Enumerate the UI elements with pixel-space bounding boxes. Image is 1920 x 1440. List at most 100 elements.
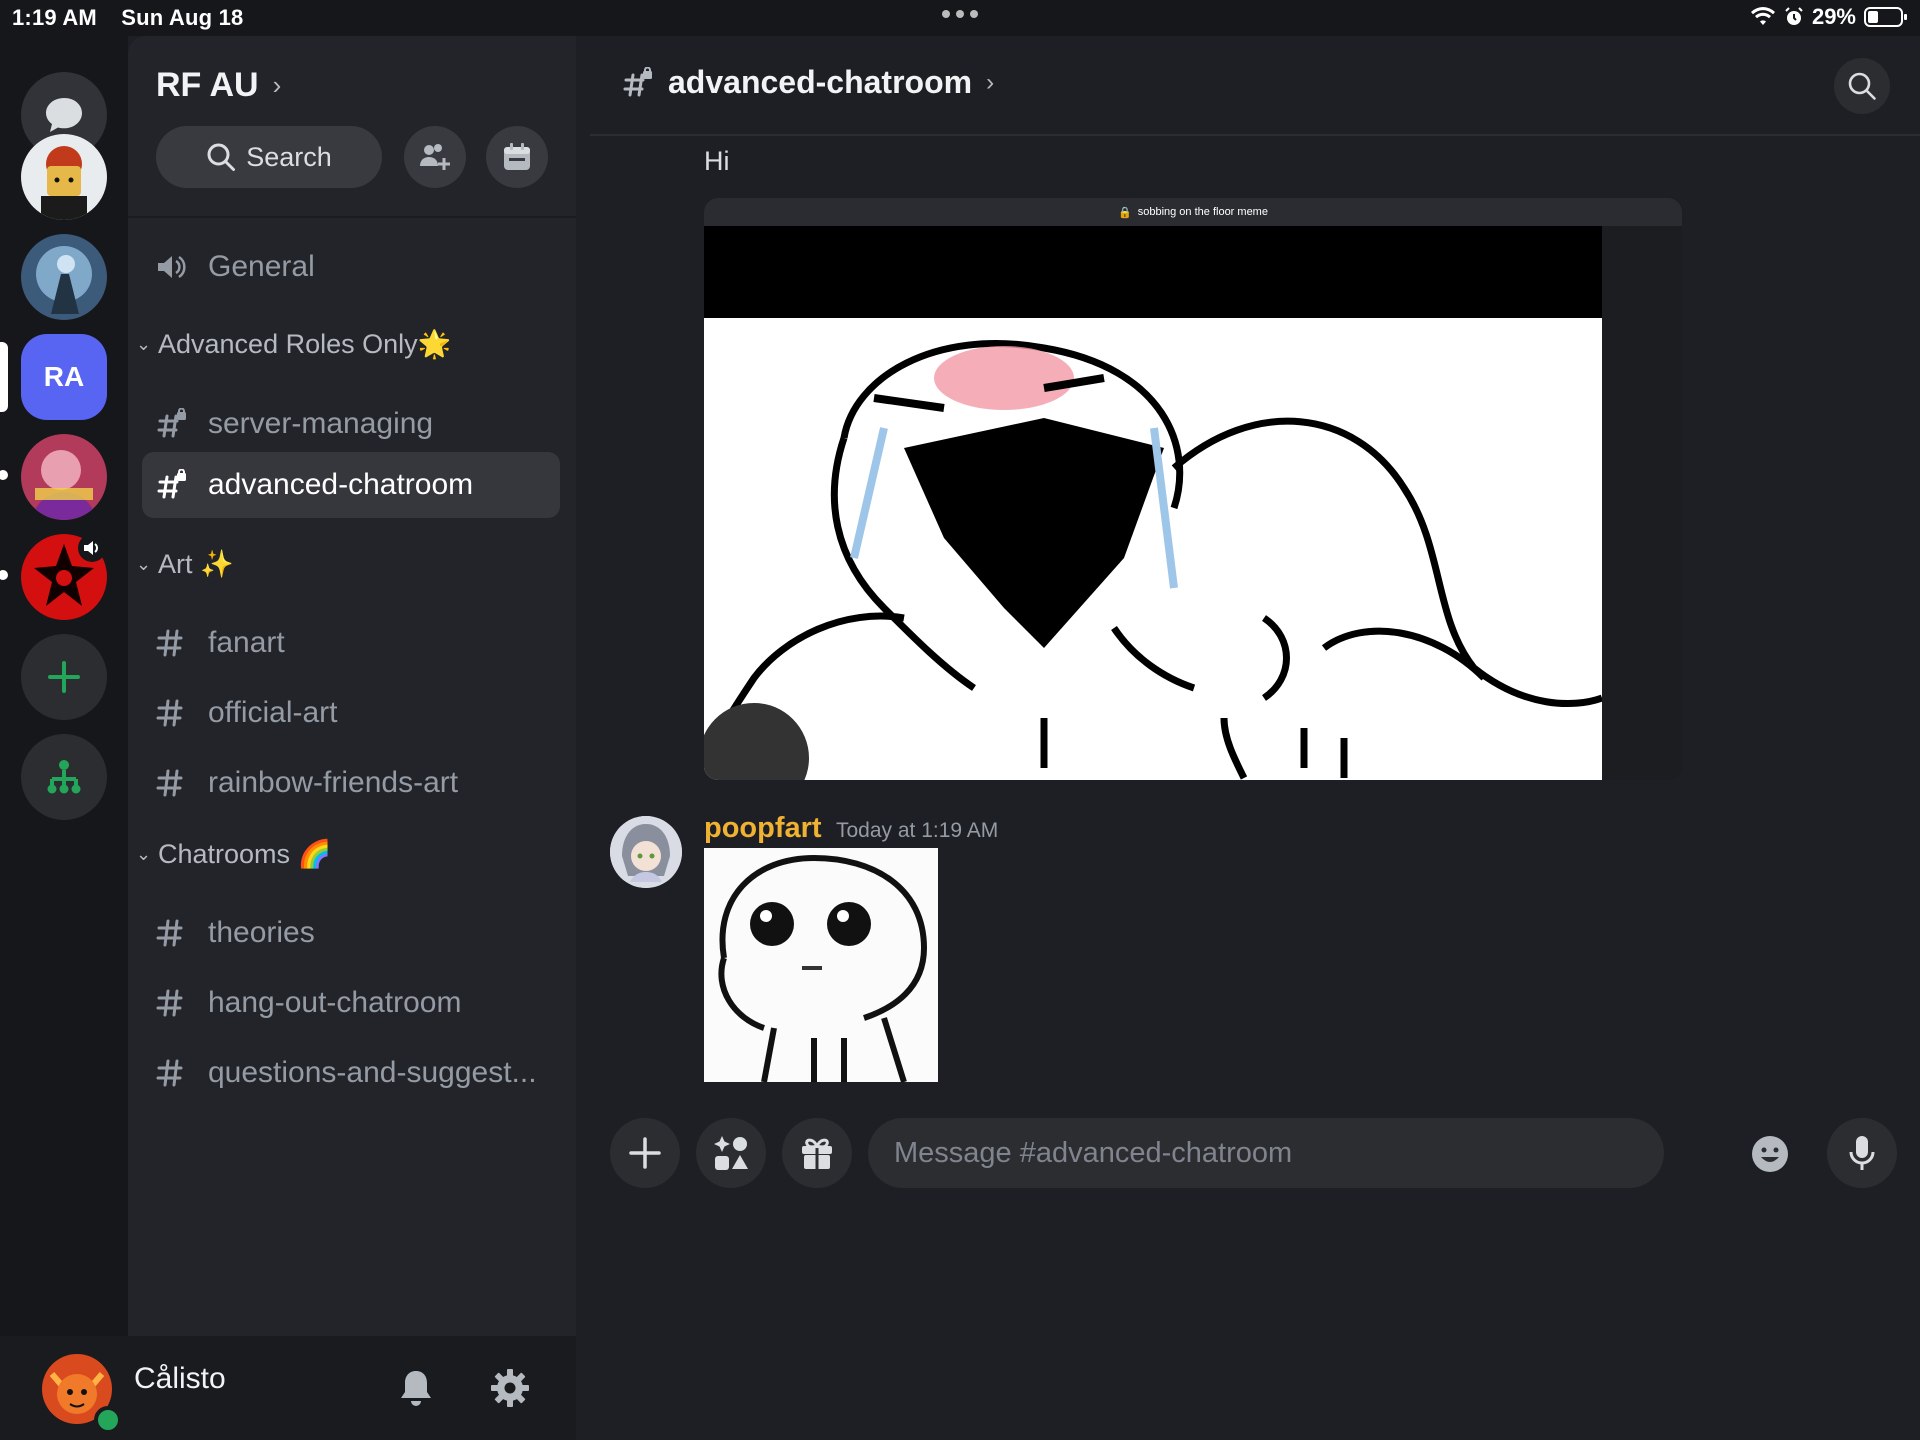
apps-button[interactable]: [696, 1118, 766, 1188]
server-icon-4[interactable]: [21, 434, 107, 520]
gift-icon: [799, 1135, 835, 1171]
gift-button[interactable]: [782, 1118, 852, 1188]
channel-hang-out-chatroom[interactable]: hang-out-chatroom: [142, 970, 560, 1036]
username: Cålisto: [134, 1362, 226, 1395]
chat-bubble-icon: [44, 96, 84, 134]
channel-sidebar: RF AU › Search General ⌄ Advanced Roles …: [128, 36, 576, 1336]
gear-icon: [490, 1368, 530, 1408]
channel-title-button[interactable]: advanced-chatroom ›: [622, 64, 994, 101]
channel-label: questions-and-suggest...: [208, 1056, 537, 1089]
wifi-icon: [1750, 7, 1776, 27]
image-attachment-2[interactable]: [704, 848, 938, 1082]
game-art-icon: [21, 234, 107, 320]
channel-title: advanced-chatroom: [668, 64, 973, 100]
multitasking-dots-icon[interactable]: [940, 8, 980, 20]
channel-search-button[interactable]: [1834, 58, 1890, 114]
hash-icon: [142, 1059, 208, 1087]
channel-label: rainbow-friends-art: [208, 766, 459, 799]
category-art[interactable]: ⌄ Art ✨: [136, 548, 234, 580]
notifications-button[interactable]: [398, 1368, 434, 1408]
channel-label: General: [208, 250, 315, 283]
status-time: 1:19 AM: [12, 5, 97, 30]
search-icon: [1847, 71, 1877, 101]
hash-icon: [142, 629, 208, 657]
speaker-icon: [78, 534, 106, 562]
user-settings-button[interactable]: [490, 1368, 530, 1408]
image-attachment[interactable]: 🔒 sobbing on the floor meme: [704, 198, 1682, 780]
screenshot-url-bar: 🔒 sobbing on the floor meme: [704, 198, 1682, 226]
microphone-icon: [1847, 1134, 1877, 1172]
emoji-button[interactable]: [1750, 1134, 1790, 1174]
message-author-name[interactable]: poopfart: [704, 812, 822, 845]
hash-icon: [142, 919, 208, 947]
channel-fanart[interactable]: fanart: [142, 610, 560, 676]
invite-members-button[interactable]: [404, 126, 466, 188]
bell-icon: [398, 1368, 434, 1408]
apps-sparkle-icon: [712, 1134, 750, 1172]
channel-rainbow-friends-art[interactable]: rainbow-friends-art: [142, 750, 560, 816]
plus-icon: [627, 1135, 663, 1171]
category-chatrooms[interactable]: ⌄ Chatrooms 🌈: [136, 838, 331, 870]
voice-message-button[interactable]: [1827, 1118, 1897, 1188]
roblox-avatar-icon: [21, 134, 107, 220]
user-panel: Cålisto: [0, 1336, 576, 1440]
chevron-down-icon: ⌄: [136, 333, 152, 354]
channel-header: advanced-chatroom ›: [590, 36, 1920, 136]
plus-icon: [47, 660, 81, 694]
locked-hash-icon: [142, 408, 208, 440]
battery-percent: 29%: [1811, 4, 1856, 29]
server-name-header[interactable]: RF AU ›: [156, 66, 281, 105]
fanart-avatar-icon: [21, 434, 107, 520]
locked-hash-icon: [622, 66, 654, 99]
channel-questions-and-suggestions[interactable]: questions-and-suggest...: [142, 1040, 560, 1106]
attachment-caption: sobbing on the floor meme: [1137, 206, 1268, 218]
chevron-right-icon: ›: [272, 70, 282, 100]
chevron-down-icon: ⌄: [136, 843, 152, 864]
hash-icon: [142, 989, 208, 1017]
channel-label: theories: [208, 916, 315, 949]
events-button[interactable]: [486, 126, 548, 188]
channel-official-art[interactable]: official-art: [142, 680, 560, 746]
sidebar-divider: [128, 216, 576, 218]
server-icon-ra[interactable]: RA: [21, 334, 107, 420]
hub-tree-icon: [44, 757, 84, 797]
search-button[interactable]: Search: [156, 126, 382, 188]
cartoon-creature-drawing: [718, 855, 927, 1082]
channel-general[interactable]: General: [142, 234, 560, 300]
speaker-channel-icon: [142, 254, 208, 280]
hash-icon: [142, 769, 208, 797]
search-icon: [206, 142, 236, 172]
battery-icon: [1864, 6, 1908, 28]
status-bar: 1:19 AM Sun Aug 18 29%: [0, 0, 1920, 36]
emoji-face-icon: [1750, 1134, 1790, 1174]
lock-search-icon: 🔒: [1118, 206, 1132, 219]
attach-button[interactable]: [610, 1118, 680, 1188]
message-input[interactable]: Message #advanced-chatroom: [868, 1118, 1664, 1188]
message-input-placeholder: Message #advanced-chatroom: [894, 1136, 1293, 1169]
category-advanced[interactable]: ⌄ Advanced Roles Only🌟: [136, 328, 451, 360]
channel-advanced-chatroom[interactable]: advanced-chatroom: [142, 452, 560, 518]
message-timestamp: Today at 1:19 AM: [836, 819, 999, 842]
unread-indicator: [0, 470, 8, 480]
chevron-down-icon: ⌄: [136, 553, 152, 574]
message-composer: Message #advanced-chatroom: [590, 1088, 1920, 1440]
anime-avatar-icon: [610, 816, 682, 888]
unread-indicator-2: [0, 570, 8, 580]
category-label: Art ✨: [158, 549, 234, 579]
chat-main: advanced-chatroom › Hi 🔒 sobbing on the …: [590, 36, 1920, 1440]
server-icon-1[interactable]: [21, 134, 107, 220]
add-server-button[interactable]: [21, 634, 107, 720]
server-initials: RA: [43, 361, 85, 392]
add-people-icon: [418, 142, 452, 172]
meme-image: [704, 318, 1602, 780]
category-label: Advanced Roles Only🌟: [158, 329, 452, 359]
hash-icon: [142, 699, 208, 727]
discover-servers-button[interactable]: [21, 734, 107, 820]
server-icon-2[interactable]: [21, 234, 107, 320]
channel-label: server-managing: [208, 407, 434, 440]
message-author-avatar[interactable]: [610, 816, 682, 888]
channel-theories[interactable]: theories: [142, 900, 560, 966]
calendar-icon: [502, 142, 532, 172]
channel-server-managing[interactable]: server-managing: [142, 391, 560, 457]
category-label: Chatrooms 🌈: [158, 839, 332, 869]
